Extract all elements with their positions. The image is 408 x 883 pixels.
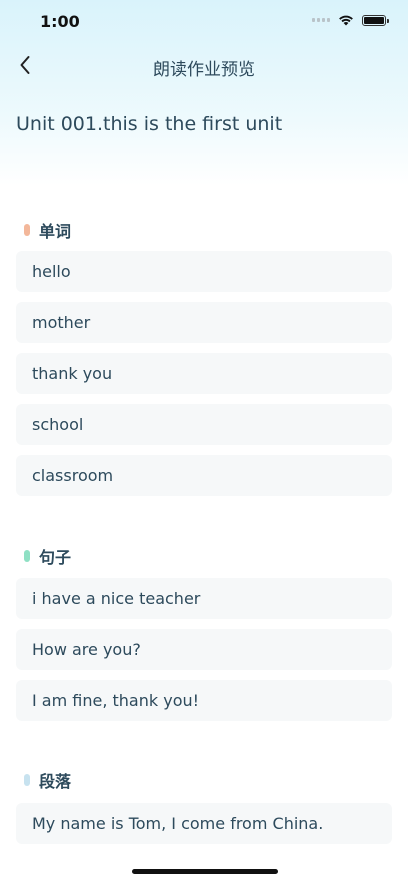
home-indicator	[132, 869, 278, 874]
list-item[interactable]: I am fine, thank you!	[16, 680, 392, 721]
unit-title: Unit 001.this is the first unit	[16, 113, 283, 135]
list-item[interactable]: classroom	[16, 455, 392, 496]
section-header-paragraphs: 段落	[24, 769, 71, 791]
battery-icon	[362, 14, 389, 26]
list-item[interactable]: mother	[16, 302, 392, 343]
list-item[interactable]: thank you	[16, 353, 392, 394]
status-bar: 1:00	[0, 0, 408, 44]
section-header-sentences: 句子	[24, 545, 71, 567]
signal-icon	[312, 18, 330, 22]
list-item[interactable]: How are you?	[16, 629, 392, 670]
list-item[interactable]: i have a nice teacher	[16, 578, 392, 619]
section-title-words: 单词	[39, 222, 72, 241]
section-title-sentences: 句子	[39, 548, 72, 567]
page-title: 朗读作业预览	[153, 60, 255, 80]
section-marker-icon	[24, 550, 30, 562]
nav-bar: 朗读作业预览	[0, 46, 408, 86]
section-title-paragraphs: 段落	[39, 772, 72, 791]
section-header-words: 单词	[24, 219, 71, 241]
section-marker-icon	[24, 224, 30, 236]
status-icons	[312, 14, 389, 26]
status-time: 1:00	[40, 12, 80, 31]
list-item[interactable]: school	[16, 404, 392, 445]
list-item[interactable]: hello	[16, 251, 392, 292]
list-item[interactable]: My name is Tom, I come from China.	[16, 803, 392, 844]
section-marker-icon	[24, 774, 30, 786]
wifi-icon	[339, 15, 353, 26]
